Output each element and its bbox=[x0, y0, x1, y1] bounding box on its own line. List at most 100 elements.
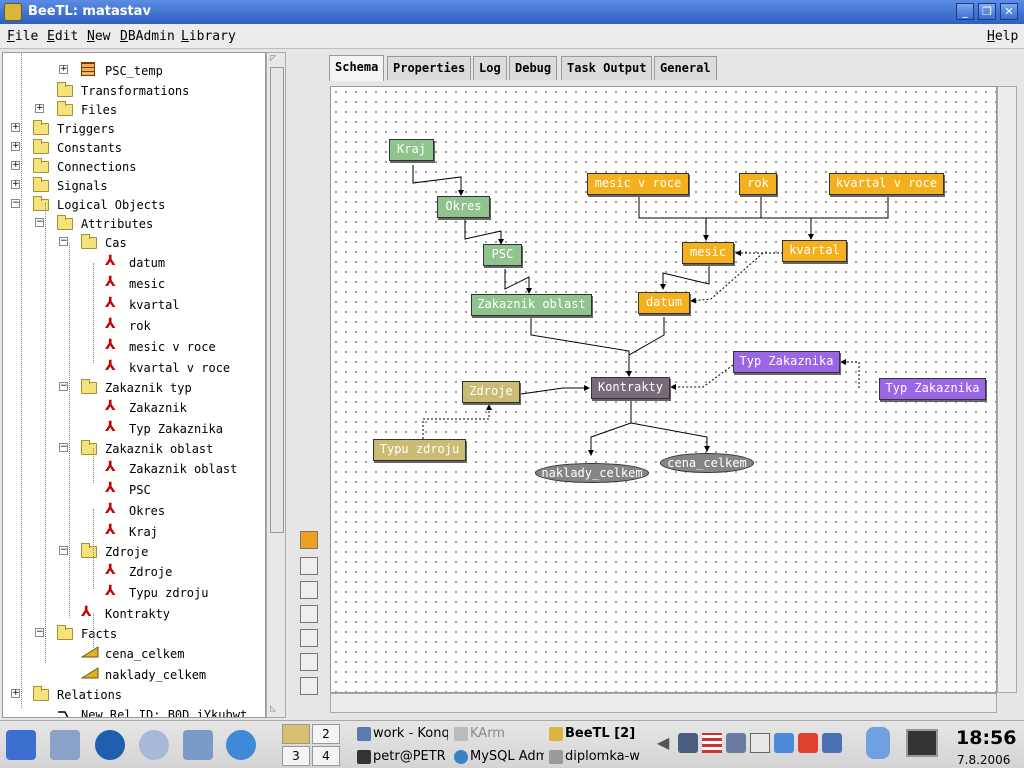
node-kvartal[interactable]: kvartal bbox=[782, 240, 847, 262]
menu-library[interactable]: Library bbox=[181, 29, 236, 44]
expand-icon[interactable]: + bbox=[11, 123, 20, 132]
tree-item[interactable]: ⅄ Typu zdroju bbox=[3, 583, 263, 603]
database-icon[interactable] bbox=[866, 727, 890, 759]
collapse-icon[interactable]: − bbox=[59, 546, 68, 555]
disk-icon[interactable] bbox=[183, 730, 213, 760]
node-okres[interactable]: Okres bbox=[437, 196, 490, 218]
expand-icon[interactable]: + bbox=[11, 161, 20, 170]
collapse-icon[interactable]: − bbox=[59, 382, 68, 391]
tree-item[interactable]: ⅄ Typ Zakaznika bbox=[3, 419, 263, 439]
devices-icon[interactable] bbox=[774, 733, 794, 753]
help-icon[interactable] bbox=[139, 730, 169, 760]
node-datum[interactable]: datum bbox=[638, 292, 690, 314]
scroll-up-icon[interactable]: ◸ bbox=[270, 53, 276, 64]
tree-item[interactable]: naklady_celkem bbox=[3, 665, 263, 685]
task-mysql-admin[interactable]: MySQL Adm bbox=[452, 746, 544, 768]
open-icon[interactable] bbox=[300, 557, 318, 575]
tree-item[interactable]: New Rel ID: B0D.iYkubwt bbox=[3, 705, 263, 717]
tree-item[interactable]: + Signals bbox=[3, 176, 263, 196]
node-kvartal-v-roce[interactable]: kvartal v roce bbox=[829, 173, 944, 195]
tab-general[interactable]: General bbox=[654, 56, 717, 80]
tree-item[interactable]: ⅄ datum bbox=[3, 253, 263, 273]
tray-collapse-icon[interactable]: ◀ bbox=[657, 733, 677, 753]
node-kontrakty[interactable]: Kontrakty bbox=[591, 377, 670, 399]
tree-item[interactable]: ⅄ Okres bbox=[3, 501, 263, 521]
scroll-thumb[interactable] bbox=[270, 67, 284, 533]
tree-item[interactable]: − Zakaznik typ bbox=[3, 378, 263, 398]
collapse-icon[interactable]: − bbox=[59, 443, 68, 452]
node-mesic[interactable]: mesic bbox=[682, 242, 734, 264]
collapse-icon[interactable]: − bbox=[11, 199, 20, 208]
node-typ-zakaznika-2[interactable]: Typ Zakaznika bbox=[879, 378, 986, 400]
export-icon[interactable] bbox=[300, 653, 318, 671]
tree-item[interactable]: Transformations bbox=[3, 81, 263, 101]
tree-item[interactable]: ⅄ Zdroje bbox=[3, 562, 263, 582]
tree-item[interactable]: ⅄ kvartal v roce bbox=[3, 358, 263, 378]
tree-item[interactable]: + Files bbox=[3, 100, 263, 120]
task-konqueror[interactable]: work - Konq bbox=[355, 723, 448, 745]
tab-task-output[interactable]: Task Output bbox=[561, 56, 653, 80]
tree-item[interactable]: − Logical Objects bbox=[3, 195, 263, 215]
expand-icon[interactable]: + bbox=[35, 104, 44, 113]
terminal-tray-icon[interactable] bbox=[906, 729, 938, 757]
task-beetl[interactable]: BeeTL [2] bbox=[547, 723, 643, 745]
fact-cena-celkem[interactable]: cena_celkem bbox=[660, 453, 754, 473]
pager-desktop-3[interactable]: 3 bbox=[282, 746, 310, 766]
alert-icon[interactable] bbox=[798, 733, 818, 753]
task-terminal[interactable]: petr@PETR bbox=[355, 746, 448, 768]
fact-naklady-celkem[interactable]: naklady_celkem bbox=[535, 463, 649, 483]
tree-item[interactable]: ⅄ rok bbox=[3, 316, 263, 336]
node-kraj[interactable]: Kraj bbox=[389, 139, 434, 161]
menu-dbadmin[interactable]: DBAdmin bbox=[120, 29, 175, 44]
node-rok[interactable]: rok bbox=[739, 173, 777, 195]
keyboard-layout-icon[interactable] bbox=[702, 733, 722, 753]
tree-item[interactable]: ⅄ Zakaznik oblast bbox=[3, 459, 263, 479]
tab-log[interactable]: Log bbox=[473, 56, 507, 80]
browser-icon[interactable] bbox=[95, 730, 125, 760]
trash-icon[interactable] bbox=[300, 581, 318, 599]
schema-canvas[interactable]: Kraj Okres PSC Zakaznik oblast mesic v r… bbox=[330, 86, 997, 693]
expand-icon[interactable]: + bbox=[11, 180, 20, 189]
tree-item[interactable]: − Facts bbox=[3, 624, 263, 644]
tab-debug[interactable]: Debug bbox=[509, 56, 558, 80]
clipboard-icon[interactable] bbox=[300, 605, 318, 623]
pager-desktop-1[interactable] bbox=[282, 724, 310, 744]
node-typ-zakaznika[interactable]: Typ Zakaznika bbox=[733, 351, 840, 373]
collapse-icon[interactable]: − bbox=[35, 218, 44, 227]
tree-item[interactable]: ⅄ PSC bbox=[3, 480, 263, 500]
canvas-vertical-scrollbar[interactable] bbox=[997, 86, 1017, 693]
node-zakaznik-oblast[interactable]: Zakaznik oblast bbox=[471, 294, 592, 316]
menu-new[interactable]: New bbox=[87, 29, 110, 44]
collapse-icon[interactable]: − bbox=[35, 628, 44, 637]
tree-item[interactable]: + Relations bbox=[3, 685, 263, 705]
tree-item[interactable]: ⅄ Kraj bbox=[3, 522, 263, 542]
menu-help[interactable]: Help bbox=[987, 29, 1018, 44]
tree-scrollbar[interactable]: ◸ ◺ bbox=[266, 52, 286, 718]
maximize-button[interactable]: ❐ bbox=[978, 3, 996, 20]
arrow-right-icon[interactable] bbox=[300, 531, 318, 549]
menu-file[interactable]: File bbox=[7, 29, 38, 44]
node-mesic-v-roce[interactable]: mesic v roce bbox=[587, 173, 689, 195]
tree-item[interactable]: − Zakaznik oblast bbox=[3, 439, 263, 459]
tree-item[interactable]: ⅄ mesic bbox=[3, 274, 263, 294]
expand-icon[interactable]: + bbox=[59, 65, 68, 74]
node-psc[interactable]: PSC bbox=[483, 244, 522, 266]
tree-item[interactable]: − Attributes bbox=[3, 214, 263, 234]
volume-icon[interactable] bbox=[726, 733, 746, 753]
tree-item[interactable]: cena_celkem bbox=[3, 644, 263, 664]
node-zdroje[interactable]: Zdroje bbox=[462, 381, 520, 403]
node-typu-zdroju[interactable]: Typu zdroju bbox=[373, 439, 466, 461]
close-button[interactable]: ✕ bbox=[1000, 3, 1018, 20]
minimize-button[interactable]: _ bbox=[956, 3, 974, 20]
tree-item[interactable]: + Constants bbox=[3, 138, 263, 158]
tab-schema[interactable]: Schema bbox=[329, 55, 385, 81]
object-tree[interactable]: + PSC_temp Transformations + Files + Triggers +… bbox=[2, 52, 266, 718]
clock-time[interactable]: 18:56 bbox=[956, 727, 1016, 749]
collapse-icon[interactable]: − bbox=[59, 237, 68, 246]
tree-item[interactable]: + Connections bbox=[3, 157, 263, 177]
settings-gear-icon[interactable] bbox=[226, 730, 256, 760]
pager-desktop-4[interactable]: 4 bbox=[312, 746, 340, 766]
tree-item[interactable]: ⅄ kvartal bbox=[3, 295, 263, 315]
tab-properties[interactable]: Properties bbox=[387, 56, 472, 80]
tree-item[interactable]: ⅄ Zakaznik bbox=[3, 398, 263, 418]
